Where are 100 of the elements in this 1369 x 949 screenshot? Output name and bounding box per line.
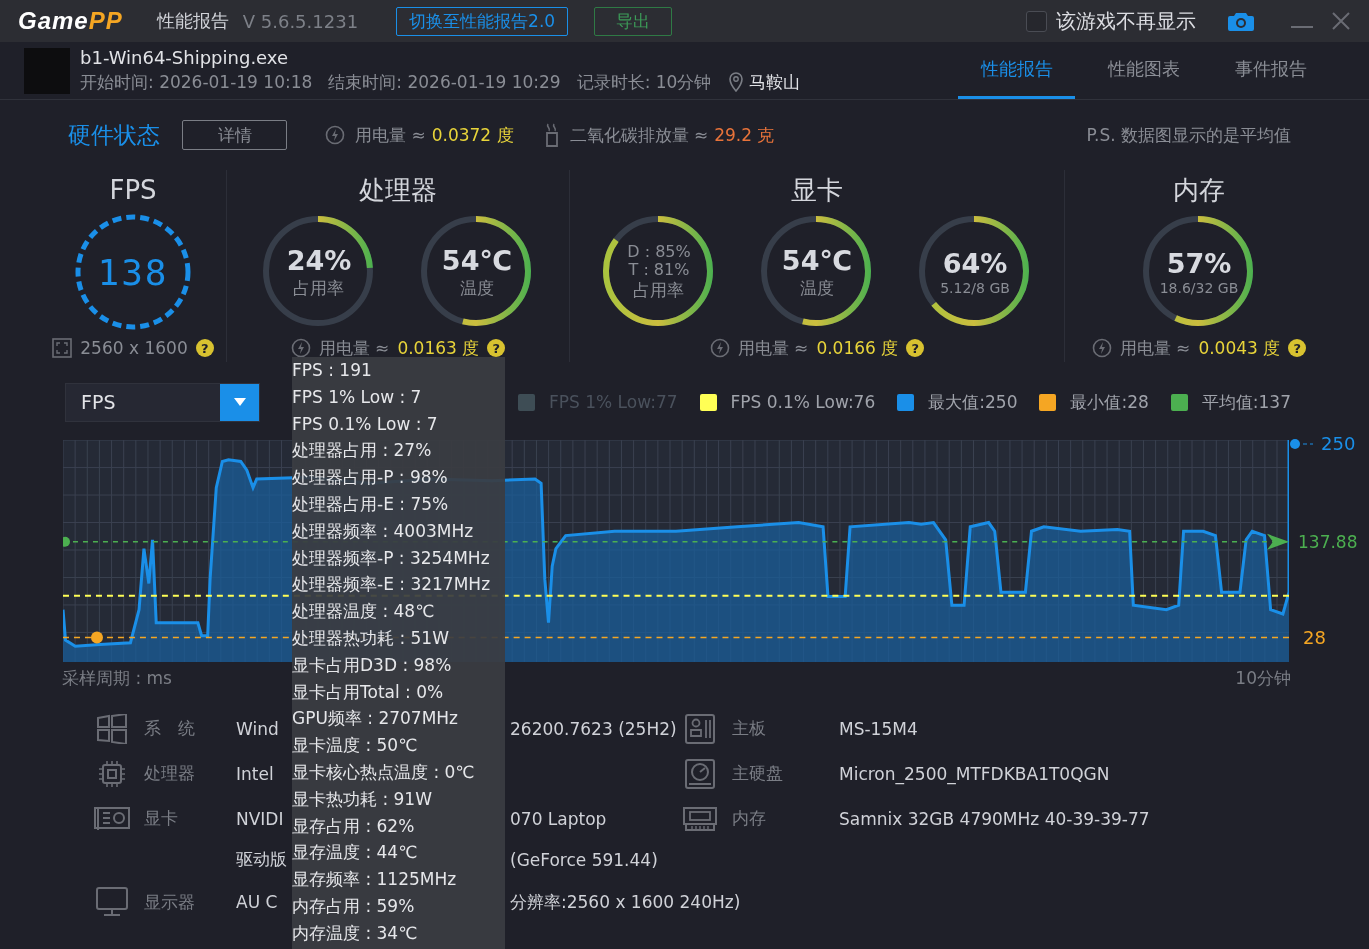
data-tooltip: FPS : 191 FPS 1% Low : 7 FPS 0.1% Low : 7 处理器占用 : 27% 处理器占用-P : 98% 处理器占用-E : 75% 处理器频率 : 4003MHz 处理器频率-P : 3254MHz 处理器频率-E : 3217MHz 处理器温度 : 48℃ 处理器热功耗 : 51W 显卡占用D3D : 98% 显卡占用Total : 0% GPU频率 : 2707MHz 显卡温度 : 50℃ 显卡核心热点温度 : 0℃ 显卡热功耗 : 91W 显存占用 : 62% 显存温度 : 44℃ 显存频率 : 1125MHz 内存占用 : 59% 内存温度 : 34℃ (292, 357, 505, 949)
spec-value: MS-15M4 (839, 718, 918, 739)
avg-value-label: 137.88 (1298, 531, 1358, 552)
chimney-icon (543, 123, 560, 147)
app-title: 性能报告 (156, 9, 229, 33)
switch-report-button[interactable]: 切换至性能报告2.0 (396, 6, 569, 36)
help-icon[interactable]: ? (906, 339, 925, 357)
power-value: 0.0043 度 (1198, 336, 1281, 360)
metric-dropdown[interactable]: FPS (65, 382, 260, 422)
gauge-caption: 5.12/8 GB (940, 280, 1010, 296)
spec-value: (GeForce 591.44) (510, 849, 658, 870)
spec-value: AU C (236, 892, 278, 912)
spec-value: Intel (236, 763, 274, 784)
spec-value: 驱动版 (236, 849, 287, 869)
power-value: 0.0166 度 (816, 336, 899, 360)
checkbox-label: 该游戏不再显示 (1056, 7, 1196, 35)
max-marker (1290, 439, 1314, 449)
chip-icon (98, 759, 126, 788)
location-pin-icon (729, 71, 744, 92)
motherboard-icon (685, 713, 715, 744)
power-label: 用电量 ≈ (1119, 336, 1191, 360)
gauge-value: 54℃ (781, 244, 853, 277)
help-icon[interactable]: ? (195, 339, 214, 357)
note-text: P.S. 数据图显示的是平均值 (1086, 123, 1291, 147)
location-text: 马鞍山 (749, 70, 801, 94)
game-cover-placeholder (24, 47, 70, 94)
legend-label[interactable]: 平均值:137 (1201, 390, 1291, 414)
version-text: V 5.6.5.1231 (242, 10, 359, 32)
gauge-group-title: 内存 (1173, 174, 1225, 207)
duration-text: 记录时长: 10分钟 (576, 70, 712, 94)
minimize-icon[interactable] (1291, 25, 1313, 29)
spec-value: 分辨率:2560 x 1600 240Hz) (510, 890, 741, 914)
x-axis-end-label: 10分钟 (1235, 666, 1291, 690)
co2-label: 二氧化碳排放量 ≈ (569, 123, 709, 147)
power-label: 用电量 ≈ (737, 336, 809, 360)
details-button[interactable]: 详情 (182, 120, 287, 150)
lightning-icon (325, 125, 345, 145)
co2-value: 29.2 克 (714, 123, 775, 147)
arrow-icon (1267, 533, 1289, 550)
start-time: 开始时间: 2026-01-19 10:18 (80, 70, 313, 94)
memory-module-icon (682, 805, 718, 832)
spec-label: 内存 (732, 807, 767, 830)
resolution-text: 2560 x 1600 (80, 338, 188, 358)
max-value-label: 250 (1321, 433, 1356, 454)
lightning-icon (290, 338, 311, 358)
gauge-value: D : 85% (627, 242, 691, 261)
section-title: 硬件状态 (68, 120, 160, 150)
spec-label: 系 统 (144, 717, 196, 740)
power-label: 用电量 ≈ (318, 336, 390, 360)
checkbox[interactable] (1026, 10, 1047, 32)
min-value-label: 28 (1303, 626, 1326, 648)
monitor-icon (96, 887, 128, 917)
spec-value: Wind (236, 718, 279, 739)
gauge-caption: 18.6/32 GB (1159, 280, 1239, 296)
x-axis-label: 采样周期 : ms (62, 666, 172, 690)
spec-value: 26200.7623 (25H2) (510, 718, 677, 739)
graphics-card-icon (93, 805, 131, 832)
power-value: 0.0163 度 (397, 336, 480, 360)
caret-icon (233, 398, 246, 406)
legend-label[interactable]: 最小值:28 (1070, 390, 1149, 414)
help-icon[interactable]: ? (487, 339, 506, 357)
gauge-value: 57% (1166, 248, 1232, 280)
camera-icon[interactable] (1228, 11, 1254, 31)
spec-value: NVIDI (236, 808, 284, 829)
app-logo: GamePP (18, 7, 123, 35)
gauge-caption: 占用率 (633, 278, 685, 302)
gauge-caption: 温度 (800, 276, 834, 300)
spec-label: 主硬盘 (732, 762, 784, 785)
gauge-caption: 温度 (460, 276, 494, 300)
gauge-group-title: 显卡 (791, 174, 843, 207)
lightning-icon (709, 338, 730, 358)
spec-value: 070 Laptop (510, 808, 607, 829)
gauge-caption: 占用率 (293, 276, 345, 300)
spec-label: 显示器 (144, 890, 196, 914)
screen-frame-icon (52, 338, 73, 358)
gauge-value: 24% (286, 244, 352, 277)
export-button[interactable]: 导出 (594, 6, 673, 36)
spec-label: 显卡 (144, 807, 179, 830)
fps-value: 138 (97, 251, 169, 293)
end-time: 结束时间: 2026-01-19 10:29 (328, 70, 561, 94)
spec-value: Micron_2500_MTFDKBA1T0QGN (839, 763, 1110, 784)
spec-label: 主板 (732, 717, 767, 740)
tab[interactable]: 性能报告 (958, 42, 1075, 99)
power-label: 用电量 ≈ (355, 123, 426, 147)
legend-label[interactable]: FPS 0.1% Low:76 (730, 392, 876, 412)
gauge-value: T : 81% (628, 260, 690, 279)
tab[interactable]: 性能图表 (1085, 42, 1202, 99)
spec-label: 处理器 (144, 762, 196, 785)
exe-name: b1-Win64-Shipping.exe (80, 46, 290, 69)
help-icon[interactable]: ? (1288, 339, 1307, 357)
power-value: 0.0372 度 (431, 123, 514, 147)
lightning-icon (1091, 338, 1112, 358)
spec-value: Samnix 32GB 4790MHz 40-39-39-77 (839, 808, 1150, 829)
legend-label[interactable]: 最大值:250 (928, 390, 1018, 414)
tab[interactable]: 事件报告 (1212, 42, 1329, 99)
windows-icon (96, 713, 128, 744)
close-icon[interactable] (1331, 11, 1351, 31)
gauge-value: 54℃ (441, 244, 513, 277)
gauge-group-title: 处理器 (359, 174, 437, 207)
gauge-value: 64% (942, 248, 1008, 280)
